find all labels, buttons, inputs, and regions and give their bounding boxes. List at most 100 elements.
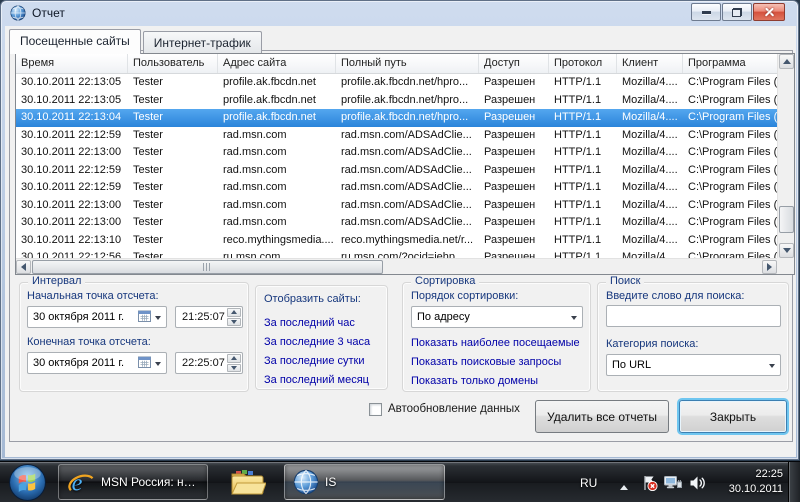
taskbar-folder-button[interactable] bbox=[230, 469, 267, 500]
table-row[interactable]: 30.10.2011 22:13:10 Tester reco.mythingsme… bbox=[16, 232, 777, 250]
volume-icon[interactable] bbox=[689, 475, 706, 494]
start-button[interactable] bbox=[8, 463, 47, 502]
vertical-scroll-thumb[interactable] bbox=[779, 206, 794, 233]
sort-order-label: Порядок сортировки: bbox=[411, 290, 519, 302]
search-category-select[interactable]: По URL bbox=[606, 354, 781, 376]
link-last-day[interactable]: За последние сутки bbox=[264, 352, 370, 371]
window-title: Отчет bbox=[32, 6, 65, 20]
show-hidden-icons-button[interactable] bbox=[620, 481, 628, 490]
column-header-5[interactable]: Доступ bbox=[479, 54, 549, 73]
table-row[interactable]: 30.10.2011 22:13:05 Tester profile.ak.fbcd… bbox=[16, 92, 777, 110]
show-desktop-button[interactable] bbox=[788, 462, 800, 502]
action-center-flag-icon[interactable] bbox=[641, 475, 658, 494]
network-icon[interactable] bbox=[663, 475, 683, 494]
table-cell: C:\Program Files (x bbox=[688, 128, 777, 141]
table-cell: 30.10.2011 22:13:00 bbox=[21, 198, 122, 211]
calendar-icon bbox=[138, 310, 151, 325]
spin-down-button[interactable] bbox=[227, 363, 241, 372]
close-button[interactable] bbox=[753, 3, 785, 21]
end-date-picker[interactable]: 30 октября 2011 г. bbox=[27, 352, 167, 374]
table-cell: rad.msn.com bbox=[223, 163, 287, 176]
restore-button[interactable] bbox=[722, 3, 752, 21]
column-header-3[interactable]: Адрес сайта bbox=[218, 54, 336, 73]
scroll-up-button[interactable] bbox=[779, 54, 794, 69]
table-cell: HTTP/1.1 bbox=[554, 216, 602, 228]
link-domains-only[interactable]: Показать только домены bbox=[411, 372, 580, 391]
table-cell: rad.msn.com bbox=[223, 128, 287, 141]
taskbar-report-button[interactable]: IS bbox=[284, 464, 445, 500]
table-cell: reco.mythingsmedia.net/r... bbox=[341, 233, 474, 246]
table-row[interactable]: 30.10.2011 22:12:59 Tester rad.msn.com rad.… bbox=[16, 127, 777, 145]
dropdown-arrow-icon bbox=[155, 361, 161, 369]
spin-up-button[interactable] bbox=[227, 308, 241, 317]
table-cell: Mozilla/4.... bbox=[622, 181, 678, 193]
svg-text:e: e bbox=[72, 469, 83, 496]
link-last-month[interactable]: За последний месяц bbox=[264, 371, 370, 390]
column-header-6[interactable]: Протокол bbox=[549, 54, 617, 73]
scroll-left-button[interactable] bbox=[16, 260, 31, 274]
scroll-right-button[interactable] bbox=[762, 260, 777, 274]
start-time-value: 21:25:07 bbox=[182, 311, 225, 323]
taskbar-clock[interactable]: 22:25 30.10.2011 bbox=[713, 467, 783, 497]
link-search-queries[interactable]: Показать поисковые запросы bbox=[411, 353, 580, 372]
delete-reports-button[interactable]: Удалить все отчеты bbox=[535, 400, 669, 433]
table-row[interactable]: 30.10.2011 22:13:00 Tester rad.msn.com rad.… bbox=[16, 197, 777, 215]
column-header-2[interactable]: Пользователь bbox=[128, 54, 218, 73]
minimize-icon bbox=[701, 10, 711, 14]
table-cell: C:\Program Files (x bbox=[688, 251, 777, 258]
table-cell: Mozilla/4.... bbox=[622, 163, 678, 176]
minimize-button[interactable] bbox=[691, 3, 721, 21]
table-cell: Tester bbox=[133, 146, 163, 158]
table-row[interactable]: 30.10.2011 22:13:05 Tester profile.ak.fbcd… bbox=[16, 74, 777, 92]
table-row[interactable]: 30.10.2011 22:13:04 Tester profile.ak.fbcd… bbox=[16, 109, 777, 127]
column-header-7[interactable]: Клиент bbox=[617, 54, 683, 73]
taskbar: e MSN Россия: нов... IS RU 22:25 30.10.2… bbox=[0, 461, 800, 502]
table-row[interactable]: 30.10.2011 22:13:00 Tester rad.msn.com rad.… bbox=[16, 144, 777, 162]
link-most-visited[interactable]: Показать наиболее посещаемые bbox=[411, 334, 580, 353]
table-row[interactable]: 30.10.2011 22:12:56 Tester ru.msn.com ru.ms… bbox=[16, 249, 777, 258]
table-row[interactable]: 30.10.2011 22:13:00 Tester rad.msn.com rad.… bbox=[16, 214, 777, 232]
tab-visited-sites[interactable]: Посещенные сайты bbox=[9, 29, 141, 54]
column-header-1[interactable]: Время bbox=[16, 54, 128, 73]
language-indicator[interactable]: RU bbox=[580, 476, 597, 490]
column-header-4[interactable]: Полный путь bbox=[336, 54, 479, 73]
table-cell: Tester bbox=[133, 181, 163, 193]
ie-window-title: MSN Россия: нов... bbox=[101, 475, 199, 489]
taskbar-ie-button[interactable]: e MSN Россия: нов... bbox=[58, 464, 208, 500]
end-point-label: Конечная точка отсчета: bbox=[27, 336, 151, 348]
scroll-down-button[interactable] bbox=[779, 243, 794, 258]
autorefresh-checkbox[interactable] bbox=[369, 403, 382, 416]
report-window: Отчет Посещенные сайты Интернет-трафик В… bbox=[0, 0, 799, 460]
title-bar[interactable]: Отчет bbox=[1, 1, 798, 26]
horizontal-scroll-thumb[interactable] bbox=[32, 260, 383, 274]
triangle-up-icon bbox=[231, 307, 237, 315]
link-last-3-hours[interactable]: За последние 3 часа bbox=[264, 333, 370, 352]
table-row[interactable]: 30.10.2011 22:12:59 Tester rad.msn.com rad.… bbox=[16, 179, 777, 197]
start-time-spinner[interactable]: 21:25:07 bbox=[175, 306, 243, 328]
vertical-scrollbar[interactable] bbox=[777, 54, 794, 258]
end-time-spinner[interactable]: 22:25:07 bbox=[175, 352, 243, 374]
horizontal-scrollbar[interactable] bbox=[16, 258, 777, 274]
interval-group: Интервал Начальная точка отсчета: 30 окт… bbox=[19, 275, 249, 392]
close-report-button[interactable]: Закрыть bbox=[679, 400, 787, 433]
scrollbar-corner bbox=[777, 258, 794, 274]
triangle-up-icon bbox=[231, 353, 237, 361]
search-input[interactable] bbox=[606, 305, 781, 327]
start-date-picker[interactable]: 30 октября 2011 г. bbox=[27, 306, 167, 328]
table-row[interactable]: 30.10.2011 22:12:59 Tester rad.msn.com rad.… bbox=[16, 162, 777, 180]
spin-up-button[interactable] bbox=[227, 354, 241, 363]
interval-group-title: Интервал bbox=[28, 275, 86, 287]
triangle-down-icon bbox=[231, 319, 237, 327]
link-last-hour[interactable]: За последний час bbox=[264, 314, 370, 333]
table-cell: Tester bbox=[133, 76, 163, 88]
sort-order-select[interactable]: По адресу bbox=[411, 306, 583, 328]
start-point-label: Начальная точка отсчета: bbox=[27, 290, 159, 302]
table-cell: Tester bbox=[133, 111, 163, 123]
column-header-8[interactable]: Программа bbox=[683, 54, 777, 73]
triangle-up-icon bbox=[782, 55, 791, 64]
table-cell: 30.10.2011 22:12:59 bbox=[21, 128, 122, 141]
spin-down-button[interactable] bbox=[227, 317, 241, 327]
dropdown-arrow-icon bbox=[769, 363, 775, 371]
table-cell: Разрешен bbox=[484, 128, 536, 141]
tab-internet-traffic[interactable]: Интернет-трафик bbox=[142, 31, 262, 53]
